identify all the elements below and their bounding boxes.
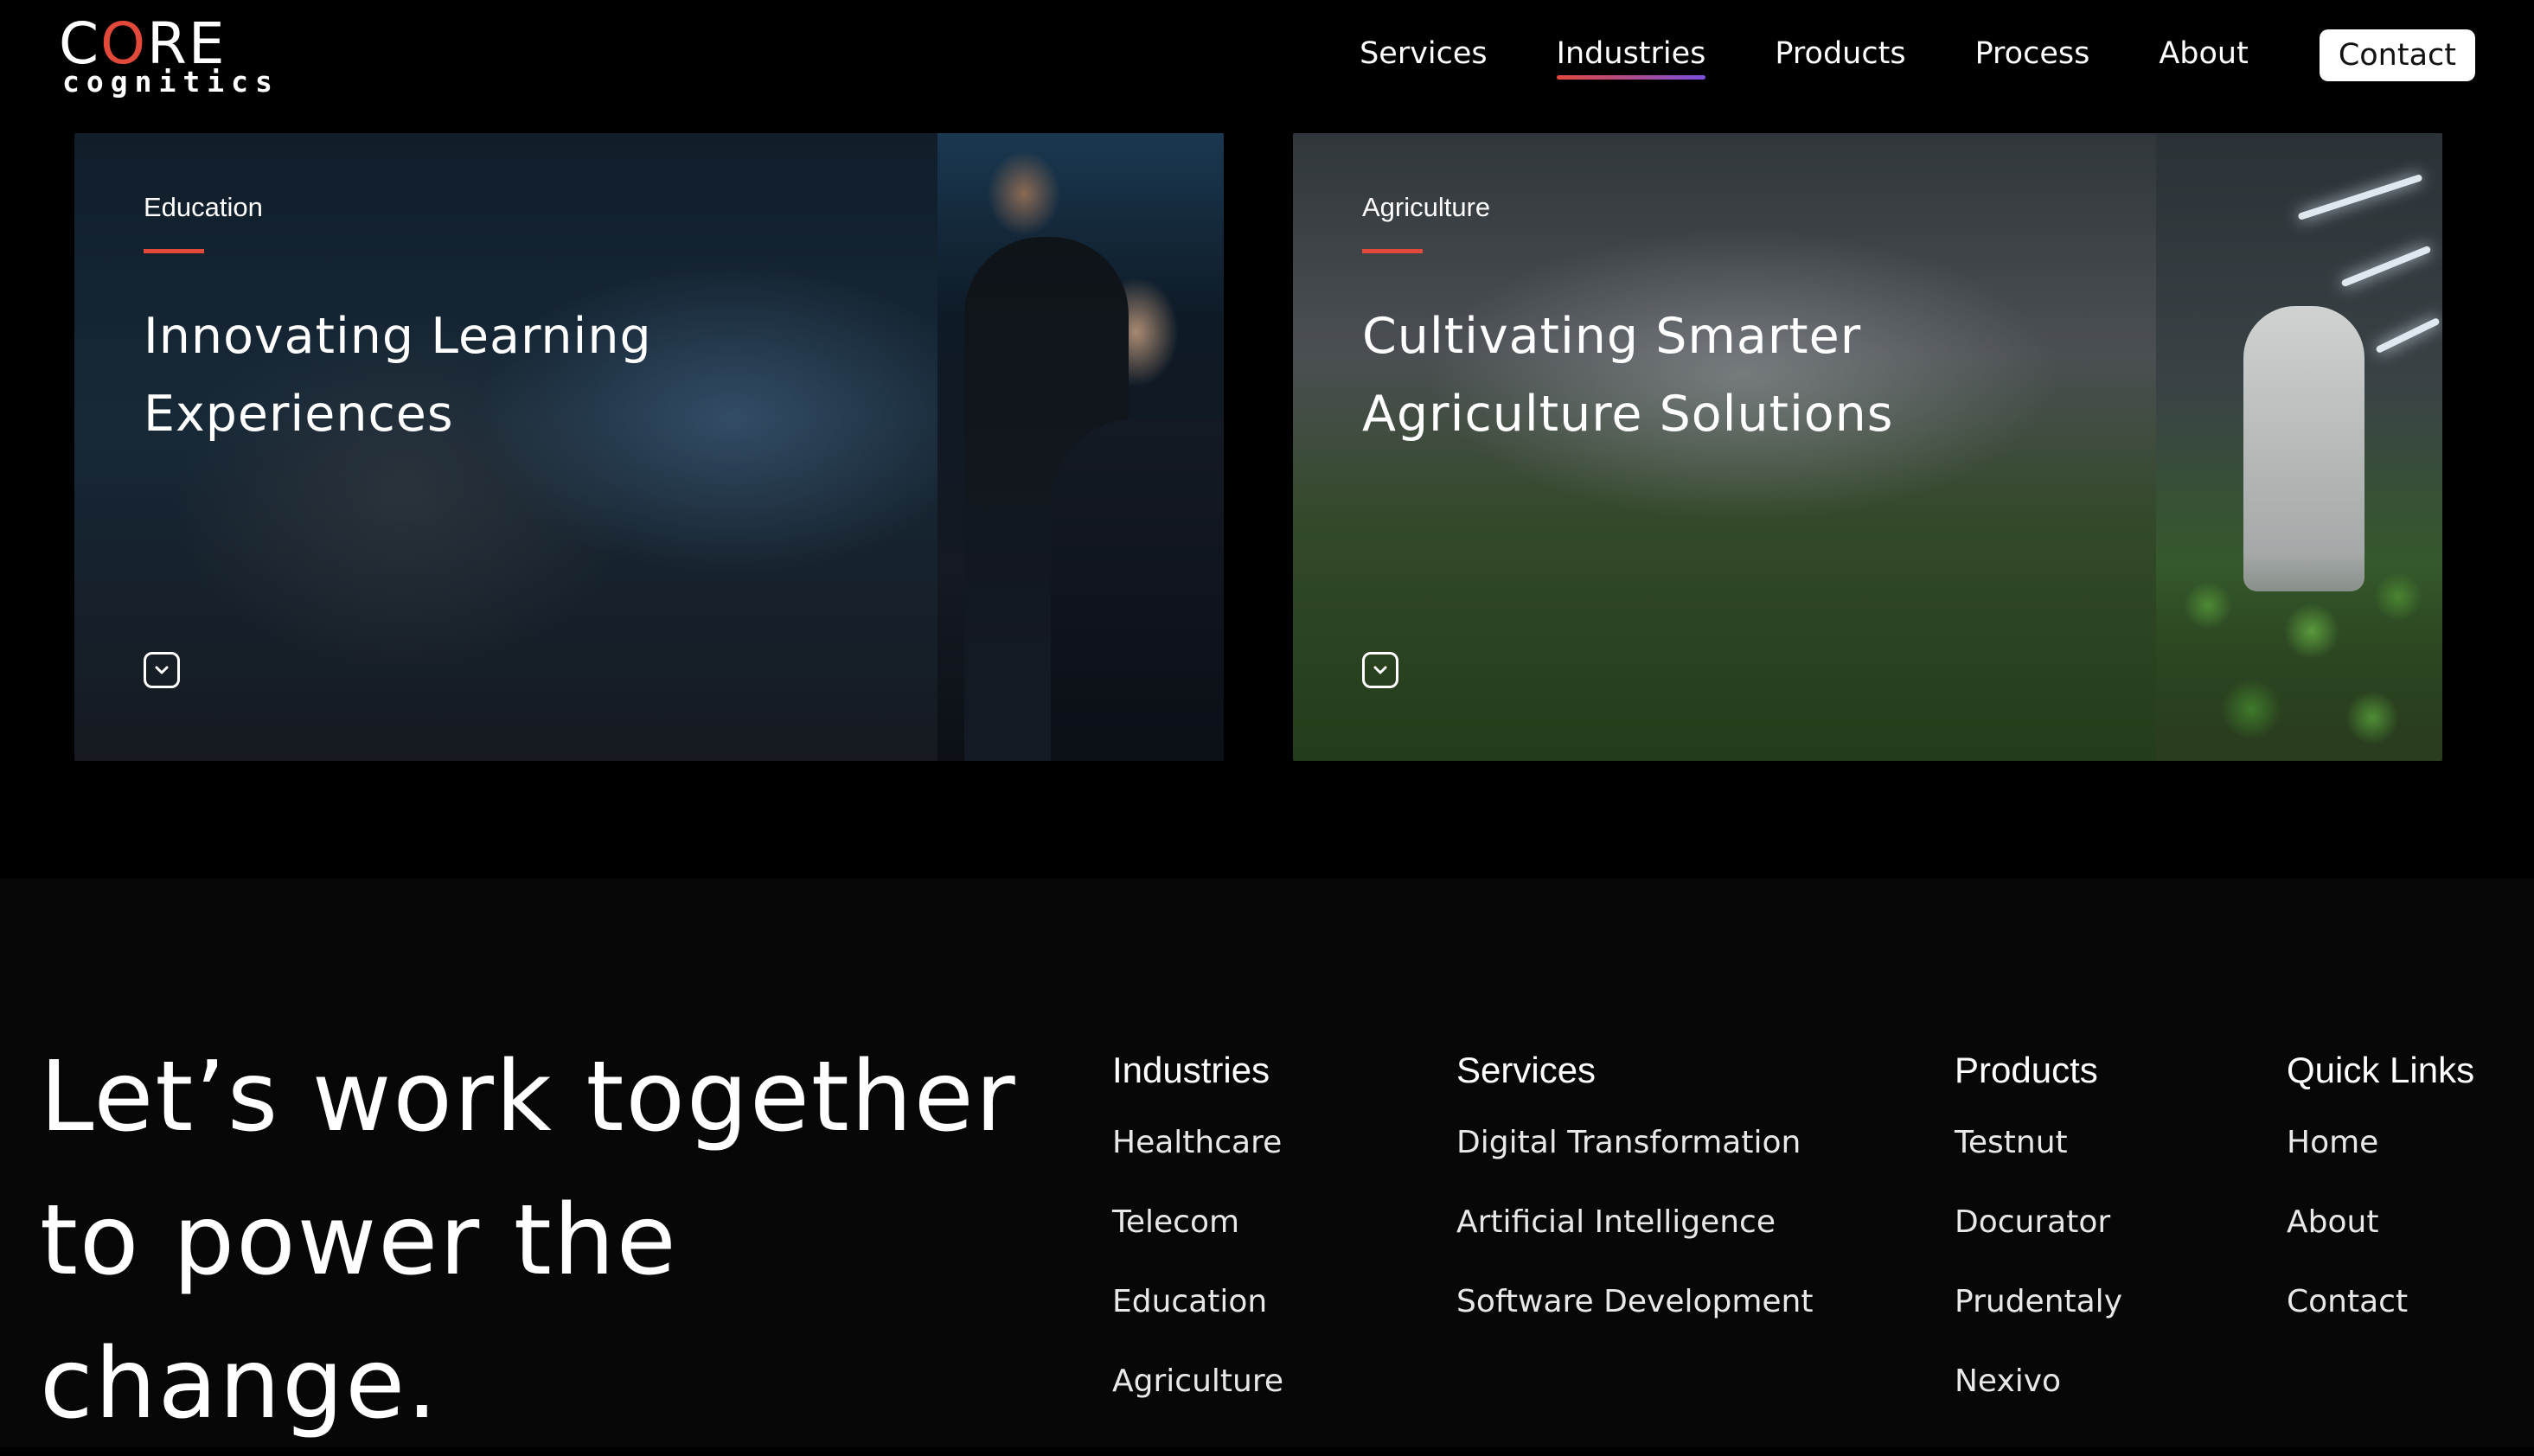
footer-link-about[interactable]: About <box>2287 1197 2474 1276</box>
nav-services[interactable]: Services <box>1360 31 1488 80</box>
chevron-down-icon <box>1373 666 1387 674</box>
footer-column-title: Services <box>1456 1050 1597 1090</box>
footer-column-products: Products Testnut Docurator Prudentaly Ne… <box>1955 1050 2122 1435</box>
card-tag-underline <box>1362 249 1423 253</box>
footer-link-testnut[interactable]: Testnut <box>1955 1117 2122 1197</box>
card-expand-button[interactable] <box>144 652 180 688</box>
footer-link-digital-transformation[interactable]: Digital Transformation <box>1456 1117 1814 1197</box>
footer-link-contact[interactable]: Contact <box>2287 1276 2474 1356</box>
card-tag-underline <box>144 249 204 253</box>
footer-link-home[interactable]: Home <box>2287 1117 2474 1197</box>
nav-industries[interactable]: Industries <box>1556 31 1705 80</box>
card-title: Cultivating Smarter Agriculture Solution… <box>1362 308 1894 443</box>
footer-link-healthcare[interactable]: Healthcare <box>1112 1117 1283 1197</box>
footer-link-docurator[interactable]: Docurator <box>1955 1197 2122 1276</box>
agriculture-photo <box>2156 133 2442 761</box>
card-title: Innovating Learning Experiences <box>144 308 652 443</box>
grow-lamp <box>2340 245 2432 288</box>
footer-link-artificial-intelligence[interactable]: Artificial Intelligence <box>1456 1197 1814 1276</box>
nav-about[interactable]: About <box>2159 31 2248 80</box>
footer-column-title: Products <box>1955 1050 2098 1090</box>
core-cognitics-logo[interactable]: CORE cognitics <box>59 16 272 102</box>
industry-card-education[interactable]: Education Innovating Learning Experience… <box>74 133 1224 761</box>
nav-products[interactable]: Products <box>1775 31 1905 80</box>
footer-link-agriculture[interactable]: Agriculture <box>1112 1356 1283 1435</box>
logo-subtitle: cognitics <box>62 65 279 99</box>
footer-link-nexivo[interactable]: Nexivo <box>1955 1356 2122 1435</box>
plant-rows <box>2156 553 2442 761</box>
robotic-microscope <box>2243 306 2364 591</box>
site-header: CORE cognitics Services Industries Produ… <box>0 0 2534 131</box>
grow-lamp <box>2375 316 2441 354</box>
footer-link-telecom[interactable]: Telecom <box>1112 1197 1283 1276</box>
card-tag: Education <box>144 192 263 222</box>
site-footer: Let’s work together to power the change.… <box>0 878 2534 1447</box>
footer-column-quick-links: Quick Links Home About Contact <box>2287 1050 2474 1356</box>
footer-link-education[interactable]: Education <box>1112 1276 1283 1356</box>
industry-card-agriculture[interactable]: Agriculture Cultivating Smarter Agricult… <box>1293 133 2442 761</box>
chevron-down-icon <box>155 666 169 674</box>
footer-tagline: Let’s work together to power the change. <box>40 1041 1017 1440</box>
contact-button[interactable]: Contact <box>2319 29 2475 81</box>
card-expand-button[interactable] <box>1362 652 1398 688</box>
footer-link-software-development[interactable]: Software Development <box>1456 1276 1814 1356</box>
nav-process[interactable]: Process <box>1975 31 2090 80</box>
footer-link-prudentaly[interactable]: Prudentaly <box>1955 1276 2122 1356</box>
footer-column-services: Services Digital Transformation Artifici… <box>1456 1050 1814 1356</box>
footer-column-industries: Industries Healthcare Telecom Education … <box>1112 1050 1283 1435</box>
footer-column-title: Quick Links <box>2287 1050 2475 1090</box>
main-nav: Services Industries Products Process Abo… <box>1290 26 2475 85</box>
education-photo <box>937 133 1224 761</box>
card-tag: Agriculture <box>1362 192 1491 222</box>
grow-lamp <box>2297 174 2423 220</box>
footer-column-title: Industries <box>1112 1050 1270 1090</box>
listener-figure <box>1051 418 1224 761</box>
